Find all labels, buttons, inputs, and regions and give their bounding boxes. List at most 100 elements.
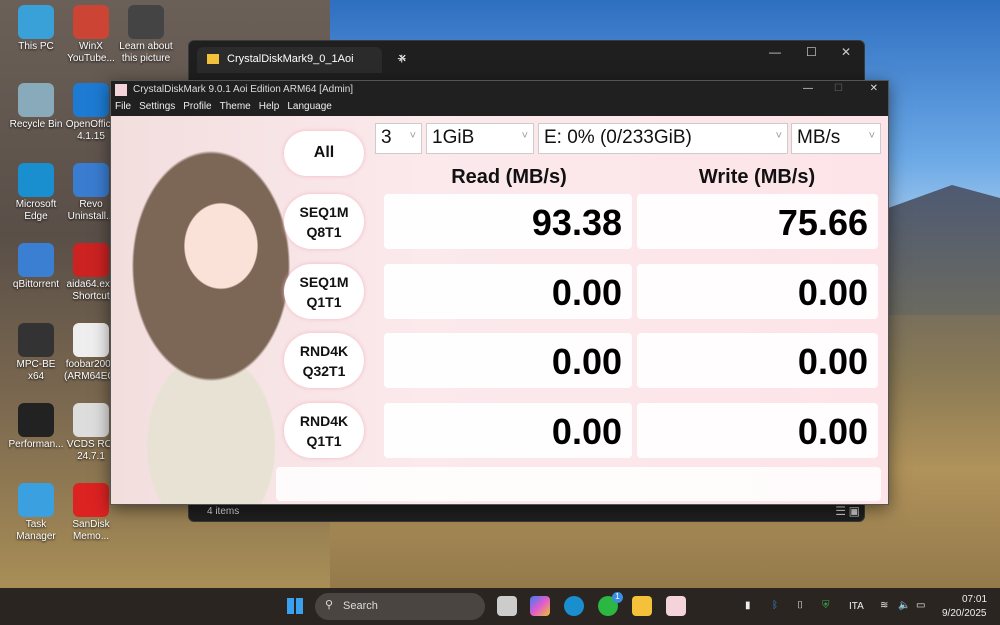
desktop-icon[interactable]: Performan... bbox=[8, 403, 64, 451]
search-label: Search bbox=[343, 600, 378, 612]
run-test-button[interactable]: SEQ1M Q1T1 bbox=[284, 263, 364, 319]
desktop-icon[interactable]: This PC bbox=[8, 5, 64, 53]
test-params: Q1T1 bbox=[306, 432, 342, 449]
tiles-view-icon[interactable]: ▣ bbox=[849, 504, 860, 518]
security-icon[interactable]: ⛨ bbox=[822, 600, 830, 611]
desktop-icon-label: Performan... bbox=[8, 439, 64, 450]
desktop-icon-label: Learn about this picture bbox=[119, 41, 173, 64]
crystaldiskmark-taskbar-icon[interactable] bbox=[666, 596, 686, 616]
read-header: Read (MB/s) bbox=[451, 166, 567, 188]
new-tab-button[interactable]: + bbox=[397, 51, 406, 69]
desktop-icon-label: This PC bbox=[18, 41, 54, 52]
task-view-icon[interactable] bbox=[497, 596, 517, 616]
drive-select[interactable]: E: 0% (0/233GiB) bbox=[538, 123, 788, 154]
language-indicator[interactable]: ITA bbox=[849, 601, 864, 612]
desktop-icon[interactable]: Learn about this picture bbox=[118, 5, 174, 65]
progress-status-bar bbox=[276, 467, 881, 501]
desktop-icon[interactable]: Task Manager bbox=[8, 483, 64, 543]
maximize-button[interactable]: ☐ bbox=[834, 83, 843, 94]
shortcut-icon bbox=[18, 163, 54, 197]
shortcut-icon bbox=[73, 323, 109, 357]
run-test-button[interactable]: RND4K Q32T1 bbox=[284, 333, 364, 388]
desktop-icon[interactable]: MPC-BE x64 bbox=[8, 323, 64, 383]
maximize-button[interactable]: ☐ bbox=[806, 45, 817, 59]
search-icon: ⚲ bbox=[325, 599, 334, 611]
edge-icon[interactable] bbox=[564, 596, 584, 616]
write-result: 0.00 bbox=[637, 333, 878, 388]
app-icon bbox=[115, 84, 127, 96]
tab-label: CrystalDiskMark9_0_1Aoi bbox=[227, 53, 354, 65]
whatsapp-icon[interactable]: 1 bbox=[598, 592, 623, 616]
run-test-button[interactable]: RND4K Q1T1 bbox=[284, 402, 364, 458]
read-result: 93.38 bbox=[384, 194, 632, 249]
all-button[interactable]: All bbox=[284, 131, 364, 176]
menu-file[interactable]: File bbox=[115, 101, 131, 116]
unit-select[interactable]: MB/s bbox=[791, 123, 881, 154]
write-result: 0.00 bbox=[637, 402, 878, 458]
volume-icon[interactable]: 🔈 bbox=[898, 600, 910, 611]
shortcut-icon bbox=[73, 403, 109, 437]
minimize-button[interactable]: — bbox=[803, 83, 813, 94]
desktop-icon[interactable]: Recycle Bin bbox=[8, 83, 64, 131]
bluetooth-icon[interactable]: ᛒ bbox=[772, 600, 778, 611]
clock-time[interactable]: 07:01 bbox=[962, 594, 987, 605]
desktop-icon[interactable]: Microsoft Edge bbox=[8, 163, 64, 223]
status-item-count: 4 items bbox=[207, 506, 240, 517]
desktop-icon[interactable]: qBittorrent bbox=[8, 243, 64, 291]
read-result: 0.00 bbox=[384, 263, 632, 319]
title-bar: CrystalDiskMark 9.0.1 Aoi Edition ARM64 … bbox=[111, 81, 888, 99]
test-name: RND4K bbox=[299, 412, 349, 429]
taskbar-search[interactable]: ⚲ Search bbox=[315, 593, 485, 620]
shortcut-icon bbox=[73, 483, 109, 517]
menu-settings[interactable]: Settings bbox=[139, 101, 175, 116]
battery-icon[interactable]: ▭ bbox=[916, 600, 925, 611]
write-result: 75.66 bbox=[637, 194, 878, 249]
read-result: 0.00 bbox=[384, 402, 632, 458]
menu-language[interactable]: Language bbox=[287, 101, 332, 116]
desktop-icon-label: Task Manager bbox=[16, 519, 56, 542]
shortcut-icon bbox=[73, 163, 109, 197]
menu-profile[interactable]: Profile bbox=[183, 101, 211, 116]
shortcut-icon bbox=[73, 83, 109, 117]
shortcut-icon bbox=[18, 483, 54, 517]
start-icon[interactable] bbox=[287, 598, 303, 614]
copilot-icon[interactable] bbox=[530, 596, 550, 616]
test-name: RND4K bbox=[299, 343, 349, 359]
desktop-icon-label: Recycle Bin bbox=[9, 119, 63, 130]
test-count-select[interactable]: 3 bbox=[375, 123, 422, 154]
usb-icon[interactable]: ⌷ bbox=[797, 600, 803, 611]
write-header: Write (MB/s) bbox=[698, 166, 816, 188]
desktop-icon[interactable]: WinX YouTube... bbox=[63, 5, 119, 65]
test-size-select[interactable]: 1GiB bbox=[426, 123, 534, 154]
clock-date[interactable]: 9/20/2025 bbox=[942, 608, 987, 619]
explorer-tab[interactable]: CrystalDiskMark9_0_1Aoi ✕ bbox=[197, 47, 407, 73]
test-params: Q8T1 bbox=[306, 224, 342, 240]
notification-badge: 1 bbox=[612, 592, 623, 603]
test-params: Q1T1 bbox=[306, 293, 342, 310]
shortcut-icon bbox=[128, 5, 164, 39]
minimize-button[interactable]: — bbox=[769, 45, 781, 59]
menu-bar: File Settings Profile Theme Help Language bbox=[111, 99, 888, 116]
folder-icon bbox=[207, 54, 219, 64]
window-title: CrystalDiskMark 9.0.1 Aoi Edition ARM64 … bbox=[133, 84, 354, 95]
close-button[interactable]: ✕ bbox=[870, 83, 878, 94]
run-test-button[interactable]: SEQ1M Q8T1 bbox=[284, 194, 364, 249]
shortcut-icon bbox=[18, 83, 54, 117]
menu-help[interactable]: Help bbox=[259, 101, 280, 116]
shortcut-icon bbox=[73, 5, 109, 39]
desktop-icon-label: qBittorrent bbox=[12, 279, 60, 290]
shortcut-icon bbox=[18, 323, 54, 357]
test-params: Q32T1 bbox=[302, 363, 346, 379]
test-name: SEQ1M bbox=[299, 273, 349, 290]
tray-app-icon[interactable]: ▮ bbox=[745, 600, 751, 611]
close-button[interactable]: ✕ bbox=[841, 45, 851, 59]
shortcut-icon bbox=[73, 243, 109, 277]
shortcut-icon bbox=[18, 5, 54, 39]
crystaldiskmark-window: CrystalDiskMark 9.0.1 Aoi Edition ARM64 … bbox=[110, 80, 889, 505]
details-view-icon[interactable]: ☰ bbox=[835, 504, 846, 518]
desktop-icon-label: SanDisk Memo... bbox=[72, 519, 110, 542]
menu-theme[interactable]: Theme bbox=[220, 101, 251, 116]
desktop-icon-label: MPC-BE x64 bbox=[16, 359, 56, 382]
file-explorer-icon[interactable] bbox=[632, 596, 652, 616]
wifi-icon[interactable]: ≋ bbox=[880, 600, 888, 611]
